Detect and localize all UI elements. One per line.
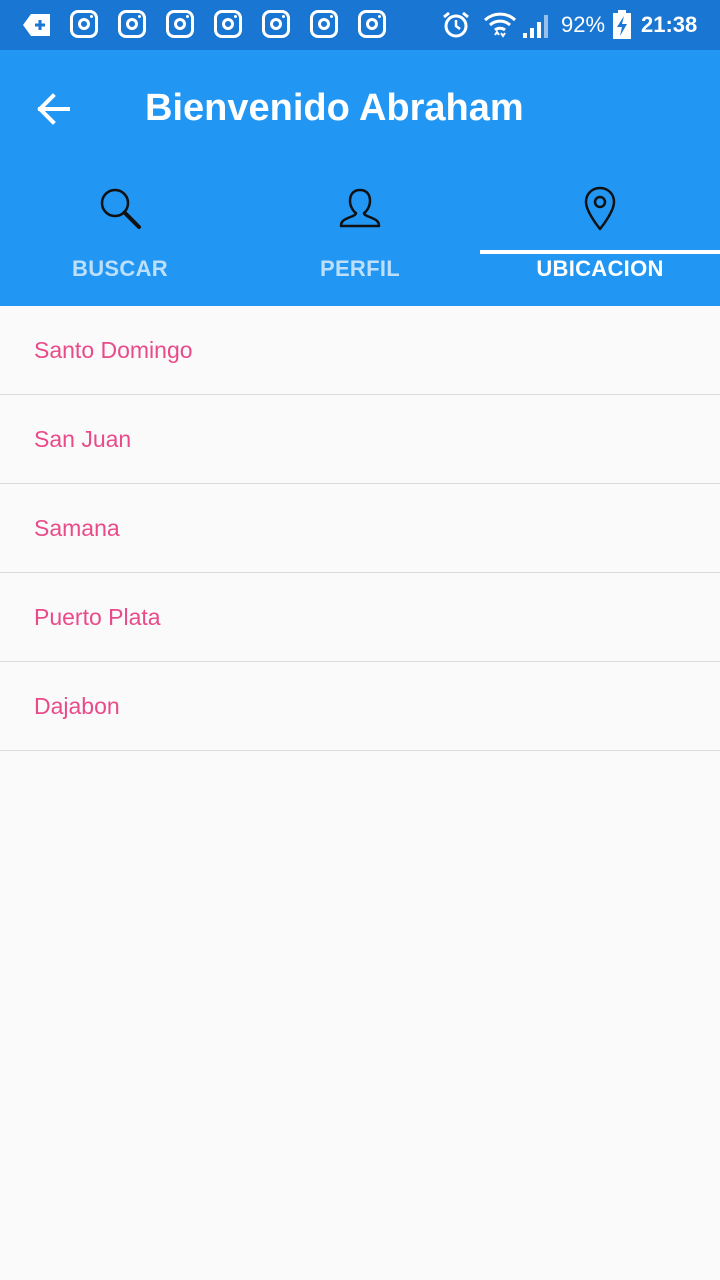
list-item[interactable]: Samana [0,484,720,573]
signal-icon [523,15,548,38]
instagram-icon [262,10,290,38]
active-tab-indicator [480,250,720,254]
list-item-label: San Juan [34,425,132,452]
instagram-icon [70,10,98,38]
tab-perfil[interactable]: PERFIL [240,170,480,306]
user-icon [339,188,381,228]
close-tab-icon [23,14,50,36]
battery-charging-icon [613,10,631,39]
arrow-left-icon [37,93,70,125]
list-item[interactable]: Santo Domingo [0,306,720,395]
list-item-label: Dajabon [34,692,120,719]
tab-ubicacion-label: UBICACION [536,256,664,281]
battery-percentage: 92% [561,12,606,37]
list-item[interactable]: Dajabon [0,662,720,751]
list-item[interactable]: San Juan [0,395,720,484]
list-item-label: Santo Domingo [34,336,193,363]
tab-buscar[interactable]: BUSCAR [0,170,240,306]
instagram-icon [214,10,242,38]
tab-ubicacion[interactable]: UBICACION [480,170,720,306]
alarm-icon [443,11,469,38]
back-button[interactable] [30,84,80,134]
instagram-icon [166,10,194,38]
wifi-icon [483,12,517,38]
tab-buscar-label: BUSCAR [72,256,168,281]
list-item[interactable]: Puerto Plata [0,573,720,662]
search-icon [100,188,141,229]
status-bar: 92% 21:38 [0,0,720,50]
tab-perfil-label: PERFIL [319,256,401,281]
clock: 21:38 [641,12,698,37]
instagram-icon [310,10,338,38]
location-pin-icon [584,186,616,231]
app-bar: Bienvenido Abraham BUSCAR PERFIL UBICACI… [0,50,720,306]
location-list: Santo Domingo San Juan Samana Puerto Pla… [0,306,720,751]
list-item-label: Puerto Plata [34,603,161,630]
list-item-label: Samana [34,514,120,541]
instagram-icon [118,10,146,38]
page-title: Bienvenido Abraham [145,87,524,129]
instagram-icon [358,10,386,38]
